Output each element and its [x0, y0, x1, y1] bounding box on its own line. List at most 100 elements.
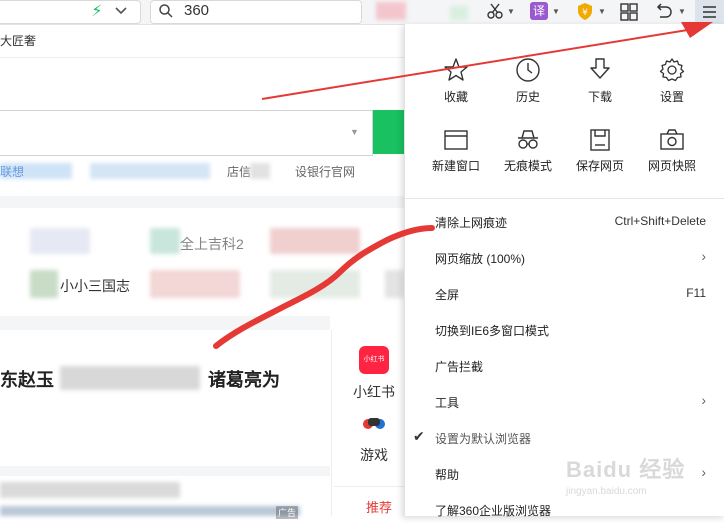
menu-item-label: 了解360企业版浏览器: [435, 504, 552, 518]
menu-item-zoom[interactable]: 网页缩放 (100%) ›: [405, 240, 724, 276]
clock-icon: [516, 58, 540, 82]
section-gap: [0, 196, 404, 208]
section-gap: [0, 466, 330, 476]
menu-item-clear-traces[interactable]: 清除上网痕迹 Ctrl+Shift+Delete: [405, 204, 724, 240]
search-icon: [158, 3, 174, 24]
chevron-down-icon[interactable]: ▼: [552, 7, 560, 16]
news-headline-left[interactable]: 东赵玉: [0, 366, 54, 392]
blurred-text: [0, 482, 180, 498]
menu-divider: [404, 198, 724, 199]
page-search-button[interactable]: [373, 110, 404, 154]
chevron-right-icon: ›: [701, 248, 706, 264]
menu-settings-label: 设置: [659, 90, 684, 104]
menu-item-label: 网页缩放 (100%): [435, 252, 526, 266]
check-icon: ✔: [413, 428, 425, 444]
shield-icon[interactable]: ¥: [576, 2, 594, 26]
menu-item-fullscreen[interactable]: 全屏 F11: [405, 276, 724, 312]
scissors-icon[interactable]: [484, 1, 506, 21]
blurred-link: [90, 163, 210, 179]
link-item[interactable]: 店信: [227, 163, 251, 180]
menu-item-tools[interactable]: 工具 ›: [405, 384, 724, 420]
star-icon: [444, 58, 468, 81]
chevron-right-icon: ›: [701, 392, 706, 408]
menu-incognito[interactable]: 无痕模式: [492, 128, 564, 174]
link-item[interactable]: 联想: [0, 163, 24, 180]
camera-icon: [660, 129, 684, 150]
menu-history[interactable]: 历史: [492, 57, 564, 105]
menu-item-label: 广告拦截: [435, 360, 484, 374]
search-box[interactable]: [150, 0, 362, 24]
menu-history-label: 历史: [515, 90, 540, 104]
window-icon: [444, 130, 468, 150]
grid-item-image[interactable]: [270, 270, 360, 298]
menu-incognito-label: 无痕模式: [503, 159, 552, 173]
download-icon: [590, 58, 610, 79]
menu-item-shortcut: Ctrl+Shift+Delete: [614, 214, 706, 228]
menu-new-window-label: 新建窗口: [431, 159, 480, 173]
recommend-tab[interactable]: 推荐: [366, 497, 392, 516]
menu-item-label: 全屏: [435, 288, 460, 302]
menu-favorites-label: 收藏: [443, 90, 468, 104]
section-gap: [0, 316, 330, 330]
game-controller-icon[interactable]: [362, 412, 386, 437]
xiaohongshu-icon[interactable]: 小红书: [359, 346, 389, 374]
favorites-bar: 大匠奢: [0, 32, 404, 56]
save-icon: [590, 129, 610, 151]
search-input[interactable]: 360: [184, 2, 209, 19]
grid-item-image[interactable]: [30, 270, 58, 298]
menu-save-page-label: 保存网页: [575, 159, 624, 173]
menu-item-label: 设置为默认浏览器: [435, 432, 532, 446]
hamburger-menu-button[interactable]: [695, 0, 724, 24]
chevron-down-icon[interactable]: ▼: [678, 7, 686, 16]
menu-favorites[interactable]: 收藏: [420, 57, 492, 105]
undo-icon[interactable]: [654, 3, 674, 26]
grid-item-image[interactable]: [385, 270, 404, 298]
menu-item-label: 工具: [435, 396, 460, 410]
link-item[interactable]: 设银行官网: [295, 163, 355, 180]
watermark-logo: Baidu 经验: [566, 457, 686, 482]
lightning-icon[interactable]: ⚡: [86, 1, 108, 21]
translate-icon[interactable]: 译: [530, 2, 548, 20]
menu-item-ie6-mode[interactable]: 切换到IE6多窗口模式: [405, 312, 724, 348]
blurred-link: [250, 163, 270, 179]
svg-text:¥: ¥: [582, 8, 588, 18]
ad-tag: 广告: [276, 506, 299, 519]
menu-item-shortcut: F11: [686, 286, 706, 300]
menu-download[interactable]: 下载: [564, 57, 636, 105]
grid-item-image[interactable]: [150, 228, 180, 254]
favorite-item[interactable]: 大匠奢: [0, 34, 36, 48]
side-app-label[interactable]: 游戏: [360, 445, 388, 465]
menu-item-label: 清除上网痕迹: [435, 216, 508, 230]
chevron-down-icon[interactable]: [110, 1, 132, 21]
divider: [0, 57, 404, 58]
blurred-icon: [376, 2, 406, 20]
hamburger-icon: [703, 6, 716, 18]
menu-item-label: 切换到IE6多窗口模式: [435, 324, 550, 338]
menu-save-page[interactable]: 保存网页: [564, 128, 636, 174]
chevron-down-icon[interactable]: ▼: [350, 127, 359, 137]
incognito-icon: [518, 130, 538, 149]
grid-item-label[interactable]: 小小三国志: [60, 276, 130, 296]
menu-item-label: 帮助: [435, 468, 460, 482]
grid-icon[interactable]: [620, 3, 638, 26]
menu-download-label: 下载: [587, 90, 612, 104]
side-app-label[interactable]: 小红书: [353, 382, 395, 402]
menu-snapshot[interactable]: 网页快照: [636, 128, 708, 174]
grid-item-image[interactable]: [150, 270, 240, 298]
chevron-down-icon[interactable]: ▼: [598, 7, 606, 16]
watermark-url: jingyan.baidu.com: [566, 486, 647, 497]
menu-snapshot-label: 网页快照: [647, 159, 696, 173]
baidu-watermark: Baidu 经验 jingyan.baidu.com: [566, 452, 716, 512]
blurred-image: [0, 506, 300, 516]
menu-settings[interactable]: 设置: [636, 57, 708, 105]
chevron-down-icon[interactable]: ▼: [507, 7, 515, 16]
grid-item-image[interactable]: [270, 228, 360, 254]
news-headline-right[interactable]: 诸葛亮为: [208, 366, 280, 392]
menu-item-default-browser[interactable]: ✔ 设置为默认浏览器: [405, 420, 724, 456]
page-search-input[interactable]: [0, 110, 373, 156]
menu-item-ad-block[interactable]: 广告拦截: [405, 348, 724, 384]
grid-item-image[interactable]: [30, 228, 90, 254]
blurred-icon: [450, 6, 468, 20]
grid-item-label[interactable]: 全上吉科2: [180, 234, 244, 254]
menu-new-window[interactable]: 新建窗口: [420, 128, 492, 174]
